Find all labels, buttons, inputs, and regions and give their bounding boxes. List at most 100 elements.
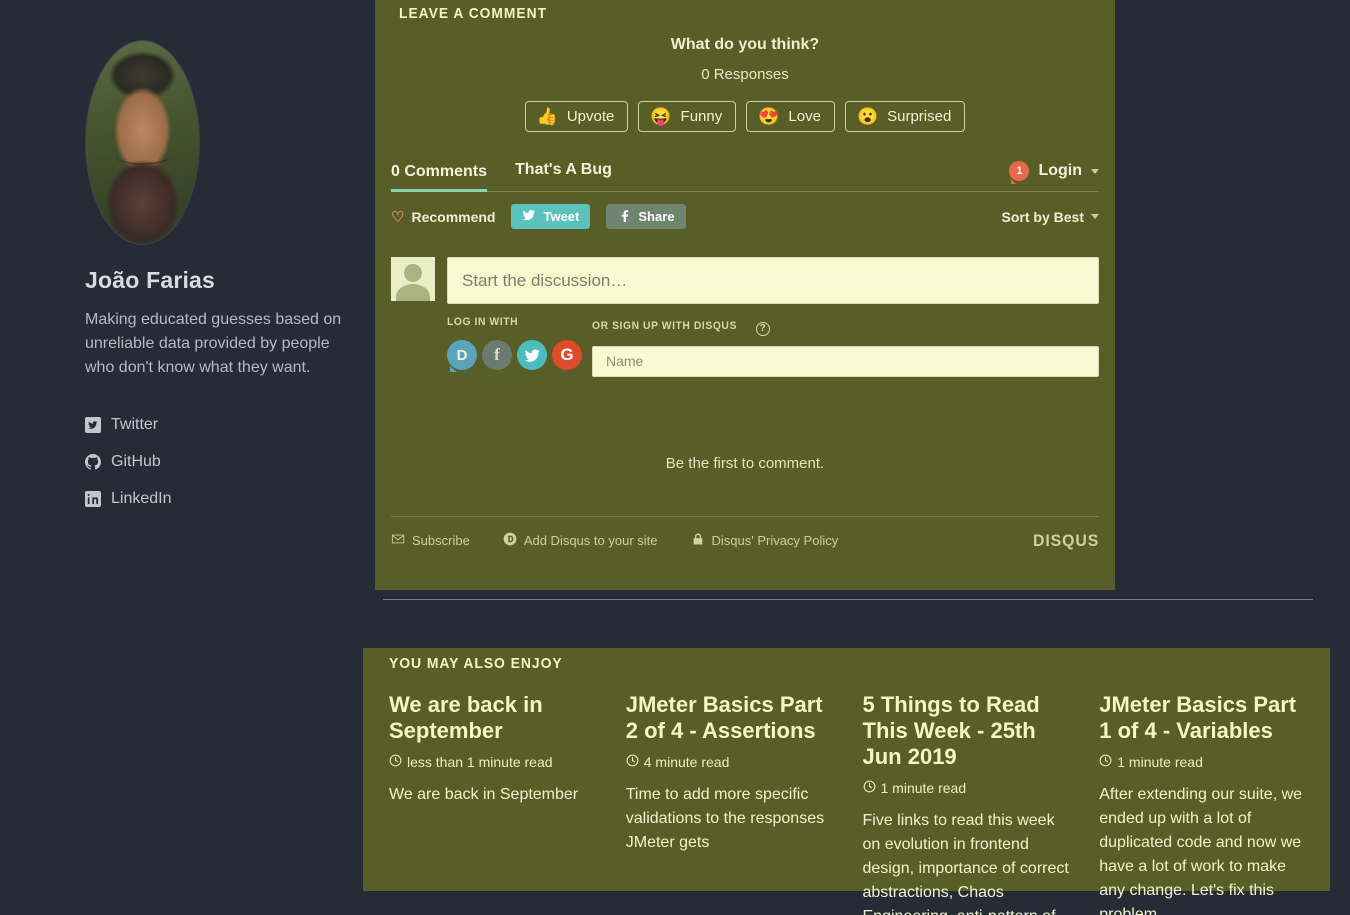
- reaction-upvote[interactable]: 👍 Upvote: [524, 101, 629, 132]
- avatar: [85, 40, 200, 245]
- read-time: 1 minute read: [1117, 754, 1203, 770]
- read-time: less than 1 minute read: [407, 754, 553, 770]
- guest-avatar-icon: [391, 257, 435, 301]
- privacy-policy-link[interactable]: Disqus' Privacy Policy: [691, 532, 839, 549]
- related-post-card: 5 Things to Read This Week - 25th Jun 20…: [863, 692, 1082, 915]
- chevron-down-icon: [1091, 168, 1099, 174]
- login-with-label: LOG IN WITH: [447, 316, 519, 328]
- comments-tabs: 0 Comments That's A Bug: [391, 161, 612, 192]
- clock-icon: [389, 754, 402, 770]
- add-disqus-link[interactable]: Add Disqus to your site: [503, 532, 658, 549]
- login-providers: D f G: [447, 340, 592, 372]
- related-post-card: We are back in September less than 1 min…: [389, 692, 608, 915]
- lock-icon: [691, 532, 705, 549]
- comments-tabs-row: 0 Comments That's A Bug 1 Login: [391, 161, 1099, 192]
- related-post-title[interactable]: JMeter Basics Part 2 of 4 - Assertions: [626, 692, 837, 744]
- author-name: João Farias: [85, 267, 216, 293]
- tweet-label: Tweet: [543, 209, 580, 224]
- social-label: Twitter: [111, 415, 159, 433]
- share-label: Share: [638, 209, 675, 224]
- notification-badge: 1: [1009, 161, 1030, 184]
- reaction-label: Upvote: [566, 108, 615, 125]
- heart-eyes-icon: 😍: [758, 107, 780, 126]
- section-divider: [383, 599, 1313, 600]
- envelope-icon: [391, 532, 405, 549]
- page-root: João Farias Making educated guesses base…: [0, 0, 1350, 915]
- related-post-excerpt: Time to add more specific validations to…: [625, 786, 825, 851]
- sort-dropdown[interactable]: Sort by Best: [1002, 209, 1099, 225]
- name-field[interactable]: Name: [592, 345, 1099, 377]
- comments-panel: LEAVE A COMMENT What do you think? 0 Res…: [375, 0, 1115, 590]
- comment-composer: Start the discussion…: [391, 257, 1099, 304]
- clock-icon: [1099, 754, 1112, 770]
- social-links: Twitter GitHub LinkedIn: [85, 406, 360, 517]
- signup-row: LOG IN WITH D f G OR SIGN UP WITH DISQUS…: [391, 316, 1099, 377]
- disqus-brand-logo: DISQUS: [1032, 530, 1099, 550]
- related-post-excerpt: After extending our suite, we ended up w…: [1099, 786, 1303, 915]
- reaction-love[interactable]: 😍 Love: [746, 101, 835, 132]
- surprised-face-icon: 😮: [856, 107, 879, 126]
- response-count: 0 Responses: [701, 66, 789, 83]
- help-icon[interactable]: ?: [755, 321, 770, 336]
- related-post-meta: less than 1 minute read: [389, 754, 600, 770]
- subscribe-label: Subscribe: [412, 533, 470, 548]
- tab-comments[interactable]: 0 Comments: [391, 163, 488, 192]
- login-button[interactable]: 1 Login: [1009, 161, 1099, 184]
- social-link-github[interactable]: GitHub: [85, 443, 360, 480]
- social-link-twitter[interactable]: Twitter: [85, 406, 360, 443]
- thumbs-up-icon: 👍: [536, 107, 558, 126]
- twitter-login-icon[interactable]: [517, 340, 547, 370]
- funny-face-icon: 😝: [650, 107, 672, 126]
- facebook-login-icon[interactable]: f: [482, 340, 512, 370]
- heart-icon: ♡: [391, 208, 405, 226]
- login-label: Login: [1038, 162, 1082, 179]
- author-bio: Making educated guesses based on unrelia…: [85, 311, 342, 376]
- facebook-icon: [617, 208, 631, 225]
- social-link-linkedin[interactable]: LinkedIn: [85, 480, 360, 517]
- tab-thats-a-bug[interactable]: That's A Bug: [515, 161, 612, 184]
- disqus-circle-icon: [503, 532, 517, 549]
- read-time: 4 minute read: [643, 754, 730, 770]
- reaction-surprised[interactable]: 😮 Surprised: [844, 101, 966, 132]
- facebook-share-button[interactable]: Share: [606, 204, 686, 229]
- disqus-footer: Subscribe Add Disqus to your site Disqus…: [391, 515, 1099, 551]
- clock-icon: [626, 754, 639, 770]
- related-post-title[interactable]: We are back in September: [389, 692, 600, 744]
- leave-a-comment-heading: LEAVE A COMMENT: [399, 5, 548, 22]
- share-actions: ♡ Recommend Tweet Share: [391, 204, 686, 229]
- twitter-icon: [85, 416, 101, 433]
- related-post-title[interactable]: 5 Things to Read This Week - 25th Jun 20…: [863, 692, 1074, 770]
- related-posts-panel: YOU MAY ALSO ENJOY We are back in Septem…: [363, 648, 1330, 915]
- related-post-card: JMeter Basics Part 1 of 4 - Variables 1 …: [1099, 692, 1318, 915]
- related-post-title[interactable]: JMeter Basics Part 1 of 4 - Variables: [1099, 692, 1310, 744]
- social-label: LinkedIn: [111, 489, 172, 507]
- recommend-button[interactable]: ♡ Recommend: [391, 208, 495, 226]
- login-with-block: LOG IN WITH D f G: [447, 316, 592, 377]
- or-sign-up-label: OR SIGN UP WITH DISQUS: [592, 320, 737, 332]
- share-row: ♡ Recommend Tweet Share Sort by Best: [391, 204, 1099, 229]
- tweet-button[interactable]: Tweet: [511, 204, 591, 229]
- github-icon: [85, 453, 101, 470]
- disqus-prompt: What do you think?: [670, 36, 820, 53]
- social-label: GitHub: [111, 452, 161, 470]
- add-disqus-label: Add Disqus to your site: [523, 533, 658, 548]
- disqus-login-icon[interactable]: D: [447, 340, 477, 372]
- related-posts-grid: We are back in September less than 1 min…: [389, 692, 1318, 915]
- google-login-icon[interactable]: G: [552, 340, 582, 370]
- related-post-meta: 1 minute read: [863, 780, 1074, 796]
- reaction-funny[interactable]: 😝 Funny: [638, 101, 737, 132]
- avatar-photo: [86, 41, 199, 244]
- read-time: 1 minute read: [880, 780, 967, 796]
- subscribe-link[interactable]: Subscribe: [391, 532, 470, 549]
- privacy-label: Disqus' Privacy Policy: [711, 533, 839, 548]
- twitter-bird-icon: [522, 208, 536, 225]
- comment-input[interactable]: Start the discussion…: [447, 257, 1099, 304]
- related-posts-heading: YOU MAY ALSO ENJOY: [389, 655, 563, 672]
- signup-label-row: OR SIGN UP WITH DISQUS ?: [592, 316, 1099, 336]
- chevron-down-icon: [1091, 214, 1099, 219]
- recommend-label: Recommend: [411, 208, 496, 225]
- reaction-label: Funny: [680, 108, 723, 125]
- related-post-meta: 4 minute read: [626, 754, 837, 770]
- related-post-card: JMeter Basics Part 2 of 4 - Assertions 4…: [626, 692, 845, 915]
- disqus-embed: What do you think? 0 Responses 👍 Upvote …: [391, 30, 1099, 551]
